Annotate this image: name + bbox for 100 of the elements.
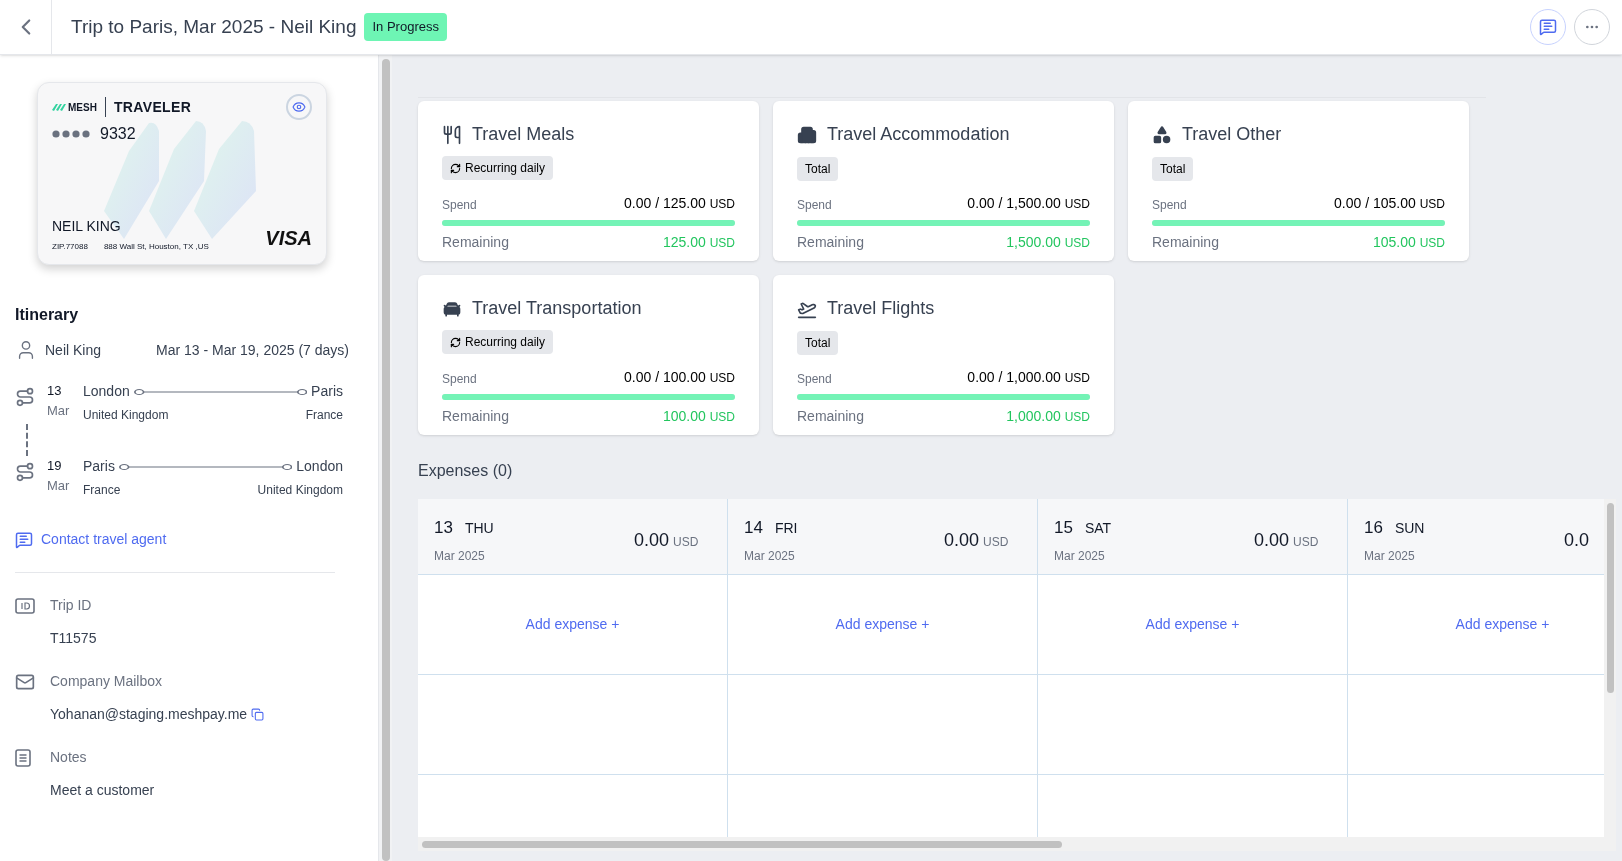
destination-city: London — [296, 457, 343, 476]
weekday: SUN — [1394, 519, 1425, 538]
budget-title: Travel Accommodation — [827, 123, 1010, 146]
expenses-title: Expenses (0) — [418, 461, 514, 481]
leg-day: 13 — [47, 381, 83, 401]
spend-amount: 0.00 / 105.00 USD — [1334, 194, 1445, 213]
card-last-digits: 9332 — [100, 124, 136, 144]
spend-label: Spend — [797, 371, 832, 388]
spend-amount: 0.00 / 1,000.00 USD — [967, 368, 1090, 387]
day-month: Mar 2025 — [434, 547, 486, 565]
budget-title: Travel Other — [1182, 123, 1282, 146]
day-number: 14 — [744, 517, 763, 539]
copy-icon[interactable] — [251, 708, 265, 721]
masked-digits-icon — [52, 130, 90, 138]
origin-country: France — [83, 482, 121, 499]
origin-city: London — [83, 382, 130, 401]
scrollbar[interactable] — [381, 59, 390, 861]
remaining-amount: 1,500.00 USD — [1006, 233, 1090, 252]
utensils-icon — [442, 124, 462, 145]
day-total: 0.00 — [634, 529, 670, 552]
day-month: Mar 2025 — [1054, 547, 1106, 565]
add-expense-button[interactable]: Add expense + — [1455, 614, 1550, 635]
day-number: 15 — [1054, 517, 1073, 539]
trip-dates: Mar 13 - Mar 19, 2025 (7 days) — [156, 340, 349, 360]
budget-type-badge: Recurring daily — [442, 330, 554, 354]
day-month: Mar 2025 — [744, 547, 796, 565]
budget-title: Travel Meals — [472, 123, 575, 146]
day-month: Mar 2025 — [1364, 547, 1416, 565]
mesh-logo-icon — [52, 102, 66, 112]
section-title: Itinerary — [15, 305, 80, 325]
spend-amount: 0.00 / 125.00 USD — [624, 193, 735, 213]
eye-icon — [292, 100, 306, 114]
detail-label: Company Mailbox — [50, 672, 163, 691]
add-expense-button[interactable]: Add expense + — [835, 614, 930, 635]
weekday: SAT — [1084, 519, 1112, 538]
remaining-label: Remaining — [797, 407, 864, 426]
chat-icon — [15, 530, 33, 549]
budget-title: Travel Transportation — [472, 297, 642, 320]
day-total: 0.0 — [1564, 529, 1590, 552]
remaining-amount: 100.00 USD — [662, 406, 735, 426]
remaining-label: Remaining — [797, 233, 864, 252]
budget-type-badge: Total — [797, 331, 839, 355]
chat-icon — [1539, 18, 1557, 36]
card-address: 888 Wall St, Houston, TX ,US — [103, 241, 209, 253]
day-currency: USD — [983, 534, 1009, 551]
remaining-amount: 1,000.00 USD — [1006, 407, 1090, 426]
destination-city: Paris — [311, 382, 343, 401]
recurring-icon — [450, 162, 461, 174]
detail-value: T11575 — [50, 629, 97, 648]
remaining-label: Remaining — [442, 406, 509, 426]
spend-amount: 0.00 / 1,500.00 USD — [967, 194, 1090, 213]
status-badge: In Progress — [364, 13, 447, 41]
detail-label: Notes — [50, 748, 87, 767]
spend-amount: 0.00 / 100.00 USD — [624, 367, 735, 387]
budget-type-badge: Total — [1152, 157, 1194, 181]
detail-label: Trip ID — [50, 596, 92, 615]
origin-country: United Kingdom — [83, 407, 169, 424]
detail-value: Meet a customer — [50, 781, 155, 800]
remaining-label: Remaining — [442, 232, 509, 252]
route-icon — [15, 462, 35, 482]
card-label: TRAVELER — [113, 97, 192, 117]
day-number: 16 — [1364, 517, 1383, 539]
route-icon — [15, 387, 35, 407]
scrollbar[interactable] — [1606, 503, 1614, 693]
detail-value: Yohanan@staging.meshpay.me — [50, 705, 248, 724]
add-expense-button[interactable]: Add expense + — [525, 614, 620, 635]
day-total: 0.00 — [944, 529, 980, 552]
budget-type-badge: Recurring daily — [442, 156, 554, 180]
add-expense-button[interactable]: Add expense + — [1145, 614, 1240, 635]
shapes-icon — [1152, 124, 1172, 145]
leg-month: Mar — [47, 401, 71, 420]
day-currency: USD — [1293, 534, 1319, 551]
recurring-icon — [450, 336, 461, 348]
destination-country: United Kingdom — [257, 482, 343, 499]
card-zip: ZIP.77088 — [52, 241, 88, 253]
card-network: VISA — [265, 226, 312, 251]
remaining-amount: 125.00 USD — [662, 232, 735, 252]
id-card-icon — [15, 597, 35, 614]
remaining-amount: 105.00 USD — [1372, 233, 1445, 252]
notes-icon — [15, 748, 31, 767]
reveal-button[interactable] — [286, 94, 312, 120]
page-title: Trip to Paris, Mar 2025 - Neil King — [71, 14, 357, 39]
day-currency: USD — [673, 534, 699, 551]
budget-type-badge: Total — [797, 157, 839, 181]
weekday: THU — [464, 519, 494, 538]
spend-label: Spend — [442, 196, 477, 214]
cardholder-name: NEIL KING — [52, 217, 122, 236]
destination-country: France — [305, 407, 343, 424]
leg-day: 19 — [47, 456, 83, 476]
scrollbar[interactable] — [422, 840, 1062, 848]
day-number: 13 — [434, 517, 453, 539]
spend-label: Spend — [797, 197, 832, 214]
spend-label: Spend — [442, 370, 477, 388]
day-total: 0.00 — [1254, 529, 1290, 552]
spend-label: Spend — [1152, 197, 1187, 214]
traveler-name: Neil King — [45, 340, 102, 360]
contact-agent-link[interactable]: Contact travel agent — [15, 529, 363, 550]
leg-month: Mar — [47, 476, 71, 495]
remaining-label: Remaining — [1152, 233, 1219, 252]
card-brand: MESH — [68, 100, 97, 115]
